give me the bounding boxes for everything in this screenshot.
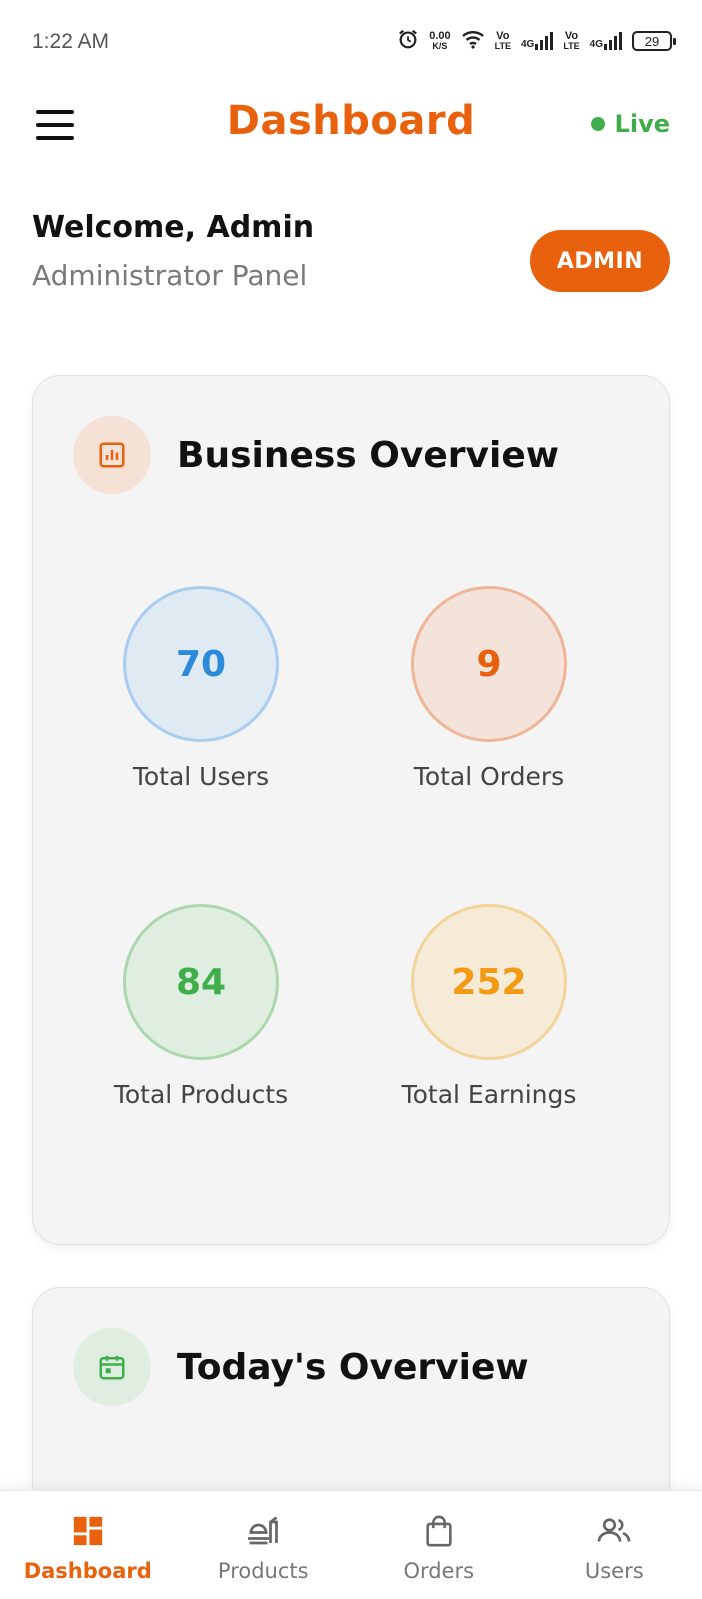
nav-dashboard[interactable]: Dashboard xyxy=(0,1491,176,1599)
stat-value: 252 xyxy=(411,904,567,1060)
stat-value: 84 xyxy=(123,904,279,1060)
alarm-icon xyxy=(397,28,419,54)
net-speed: 0.00 K/S xyxy=(429,30,451,52)
stat-label: Total Products xyxy=(113,1080,289,1109)
business-overview-header: Business Overview xyxy=(73,416,559,494)
volte-2: Vo LTE xyxy=(563,30,580,52)
stat-total-earnings[interactable]: 252 Total Earnings xyxy=(339,904,639,1109)
stat-total-products[interactable]: 84 Total Products xyxy=(51,904,351,1109)
status-bar: 1:22 AM 0.00 K/S Vo LTE 4G Vo LTE 4G 29 xyxy=(0,0,702,90)
stat-label: Total Users xyxy=(132,762,270,791)
stat-value: 9 xyxy=(411,586,567,742)
nav-orders[interactable]: Orders xyxy=(351,1491,527,1599)
stat-label: Total Orders xyxy=(413,762,565,791)
signal-2: 4G xyxy=(590,32,622,50)
chart-icon xyxy=(73,416,151,494)
welcome-title: Welcome, Admin xyxy=(32,210,315,245)
live-status: Live xyxy=(590,110,670,138)
nav-products[interactable]: Products xyxy=(176,1491,352,1599)
nav-label: Orders xyxy=(403,1559,475,1583)
nav-users[interactable]: Users xyxy=(527,1491,702,1599)
shopping-bag-icon xyxy=(421,1513,457,1549)
live-label: Live xyxy=(614,110,670,138)
welcome-section: Welcome, Admin Administrator Panel xyxy=(32,210,314,292)
todays-overview-title: Today's Overview xyxy=(177,1346,529,1388)
status-icons: 0.00 K/S Vo LTE 4G Vo LTE 4G 29 xyxy=(397,28,676,54)
nav-label: Products xyxy=(217,1559,309,1583)
stat-label: Total Earnings xyxy=(401,1080,577,1109)
stat-value: 70 xyxy=(123,586,279,742)
users-icon xyxy=(596,1513,632,1549)
battery-icon: 29 xyxy=(632,31,676,51)
nav-label: Dashboard xyxy=(23,1559,152,1583)
role-badge: ADMIN xyxy=(530,230,670,292)
status-time: 1:22 AM xyxy=(32,30,110,53)
dashboard-icon xyxy=(70,1513,106,1549)
signal-bars-icon xyxy=(604,32,622,50)
business-overview-card: Business Overview 70 Total Users 9 Total… xyxy=(32,375,670,1245)
todays-overview-header: Today's Overview xyxy=(73,1328,529,1406)
volte-1: Vo LTE xyxy=(494,30,511,52)
signal-bars-icon xyxy=(535,32,554,50)
nav-label: Users xyxy=(584,1559,644,1583)
business-overview-title: Business Overview xyxy=(177,434,559,476)
signal-1: 4G xyxy=(521,32,554,50)
bottom-nav: Dashboard Products Orders Users xyxy=(0,1490,702,1599)
welcome-subtitle: Administrator Panel xyxy=(32,259,308,292)
wifi-icon xyxy=(461,29,485,53)
stat-total-users[interactable]: 70 Total Users xyxy=(51,586,351,791)
battery-level: 29 xyxy=(644,33,660,49)
app-bar: Dashboard Live xyxy=(0,90,702,160)
live-dot-icon xyxy=(590,117,605,131)
stat-total-orders[interactable]: 9 Total Orders xyxy=(339,586,639,791)
food-icon xyxy=(245,1513,281,1549)
calendar-icon xyxy=(73,1328,151,1406)
